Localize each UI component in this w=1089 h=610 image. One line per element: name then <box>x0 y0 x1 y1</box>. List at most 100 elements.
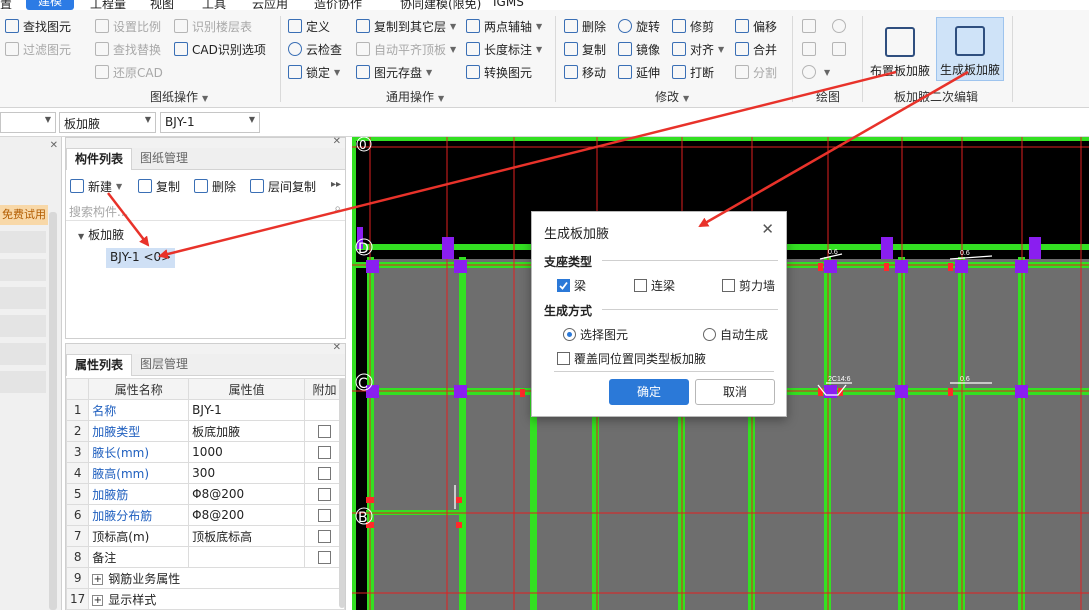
mirror-button[interactable]: 镜像 <box>618 39 660 59</box>
tab-property-list[interactable]: 属性列表 <box>66 354 133 376</box>
menu-tab-collab-modeling[interactable]: 协同建模(限免) <box>400 0 481 10</box>
menu-tab-view[interactable]: 视图 <box>150 0 174 10</box>
property-value[interactable] <box>188 546 306 568</box>
property-value[interactable]: 板底加腋 <box>188 420 306 442</box>
method-select-element-radio[interactable]: 选择图元 <box>563 326 628 343</box>
extra-checkbox[interactable] <box>318 530 331 543</box>
support-shear-wall-checkbox[interactable]: 剪力墙 <box>722 277 775 294</box>
nav-item[interactable] <box>0 287 46 309</box>
menu-tab-quantity[interactable]: 工程量 <box>90 0 126 10</box>
cloud-check-button[interactable]: 云检查 <box>288 39 342 59</box>
set-scale-button[interactable]: 设置比例 <box>95 16 161 36</box>
support-coupling-beam-checkbox[interactable]: 连梁 <box>634 277 675 294</box>
draw-arc-button[interactable] <box>832 16 850 36</box>
close-icon[interactable]: ✕ <box>333 342 341 353</box>
property-row[interactable]: 8 备注 <box>65 546 345 568</box>
property-row[interactable]: 4 腋高(mm) 300 <box>65 462 345 484</box>
property-row[interactable]: 2 加腋类型 板底加腋 <box>65 420 345 442</box>
tree-root-haunch[interactable]: ▼ 板加腋 <box>78 226 124 243</box>
property-row[interactable]: 5 加腋筋 Φ8@200 <box>65 483 345 505</box>
find-replace-button[interactable]: 查找替换 <box>95 39 161 59</box>
copy-to-other-floor-button[interactable]: 复制到其它层 ▼ <box>356 16 456 36</box>
more-icon[interactable]: ▸▸ <box>331 179 341 190</box>
nav-item[interactable] <box>0 259 46 281</box>
property-row[interactable]: 6 加腋分布筋 Φ8@200 <box>65 504 345 526</box>
menu-tab-view-fragment[interactable]: 置 <box>0 0 12 10</box>
component-name-select[interactable]: BJY-1 ▼ <box>160 112 260 133</box>
ok-button[interactable]: 确定 <box>609 379 689 405</box>
draw-line-button[interactable] <box>802 39 820 59</box>
copy-between-floors-button[interactable]: 层间复制 <box>250 176 316 196</box>
property-row[interactable]: 3 腋长(mm) 1000 <box>65 441 345 463</box>
find-element-button[interactable]: 查找图元 <box>5 16 71 36</box>
copy-component-button[interactable]: 复制 <box>138 176 180 196</box>
left-nav-scrollbar[interactable] <box>49 212 57 610</box>
extra-checkbox[interactable] <box>318 488 331 501</box>
nav-item[interactable] <box>0 315 46 337</box>
split-button[interactable]: 分割 <box>735 62 777 82</box>
delete-button[interactable]: 删除 <box>564 16 606 36</box>
lock-button[interactable]: 锁定 ▼ <box>288 62 340 82</box>
place-haunch-button[interactable]: 布置板加腋 <box>866 17 934 81</box>
element-save-button[interactable]: 图元存盘 ▼ <box>356 62 432 82</box>
extra-checkbox[interactable] <box>318 467 331 480</box>
support-beam-checkbox[interactable]: 梁 <box>557 277 586 294</box>
menu-tab-igms[interactable]: IGMS <box>493 0 524 9</box>
draw-point-button[interactable] <box>802 16 820 36</box>
property-value[interactable]: Φ8@200 <box>188 504 306 526</box>
draw-curve-button[interactable]: ▼ <box>802 62 830 82</box>
property-row[interactable]: 17 + 显示样式 <box>65 588 345 610</box>
search-icon[interactable]: ⌕ <box>334 201 341 216</box>
extra-checkbox[interactable] <box>318 509 331 522</box>
copy-button[interactable]: 复制 <box>564 39 606 59</box>
new-component-button[interactable]: 新建 ▼ <box>70 176 122 196</box>
method-auto-generate-radio[interactable]: 自动生成 <box>703 326 768 343</box>
extend-button[interactable]: 延伸 <box>618 62 660 82</box>
close-icon[interactable]: ✕ <box>333 136 341 147</box>
property-row[interactable]: 1 名称 BJY-1 <box>65 399 345 421</box>
property-value[interactable]: Φ8@200 <box>188 483 306 505</box>
extra-checkbox[interactable] <box>318 446 331 459</box>
draw-rect-button[interactable] <box>832 39 850 59</box>
define-button[interactable]: 定义 <box>288 16 330 36</box>
modify-group-label[interactable]: 修改 ▼ <box>655 88 689 105</box>
free-trial-badge[interactable]: 免费试用 <box>0 205 48 225</box>
tree-item-bjy1[interactable]: BJY-1 <0> <box>106 248 176 268</box>
menu-tab-cost-collab[interactable]: 造价协作 <box>314 0 362 10</box>
property-value[interactable]: 顶板底标高 <box>188 525 306 547</box>
cad-options-button[interactable]: CAD识别选项 <box>174 39 266 59</box>
menu-tab-cloud[interactable]: 云应用 <box>252 0 288 10</box>
cancel-button[interactable]: 取消 <box>695 379 775 405</box>
break-button[interactable]: 打断 <box>672 62 714 82</box>
property-row[interactable]: 9 + 钢筋业务属性 <box>65 567 345 589</box>
property-value[interactable]: BJY-1 <box>188 399 306 421</box>
extra-checkbox[interactable] <box>318 551 331 564</box>
two-point-axis-button[interactable]: 两点辅轴 ▼ <box>466 16 542 36</box>
close-icon[interactable]: ✕ <box>50 140 58 151</box>
restore-cad-button[interactable]: 还原CAD <box>95 62 163 82</box>
drawing-ops-group-label[interactable]: 图纸操作 ▼ <box>150 88 208 105</box>
property-row[interactable]: 7 顶标高(m) 顶板底标高 <box>65 525 345 547</box>
expand-icon[interactable]: + <box>92 573 104 585</box>
filter-element-button[interactable]: 过滤图元 <box>5 39 71 59</box>
move-button[interactable]: 移动 <box>564 62 606 82</box>
tab-component-list[interactable]: 构件列表 <box>66 148 133 170</box>
offset-button[interactable]: 偏移 <box>735 16 777 36</box>
component-search[interactable]: 搜索构件... ⌕ <box>66 200 345 221</box>
collapse-icon[interactable]: ▼ <box>78 232 84 241</box>
nav-item[interactable] <box>0 231 46 253</box>
overwrite-checkbox[interactable]: 覆盖同位置同类型板加腋 <box>557 350 706 367</box>
extra-checkbox[interactable] <box>318 425 331 438</box>
convert-element-button[interactable]: 转换图元 <box>466 62 532 82</box>
merge-button[interactable]: 合并 <box>735 39 777 59</box>
tab-layer-management[interactable]: 图层管理 <box>132 354 196 376</box>
delete-component-button[interactable]: 删除 <box>194 176 236 196</box>
expand-icon[interactable]: + <box>92 594 104 606</box>
rotate-button[interactable]: 旋转 <box>618 16 660 36</box>
menu-tab-modeling[interactable]: 建模 <box>26 0 75 10</box>
identify-floor-table-button[interactable]: 识别楼层表 <box>174 16 252 36</box>
floor-select[interactable]: ▼ <box>0 112 56 133</box>
property-value[interactable]: 300 <box>188 462 306 484</box>
general-ops-group-label[interactable]: 通用操作 ▼ <box>386 88 444 105</box>
dialog-close-icon[interactable]: ✕ <box>761 220 774 238</box>
